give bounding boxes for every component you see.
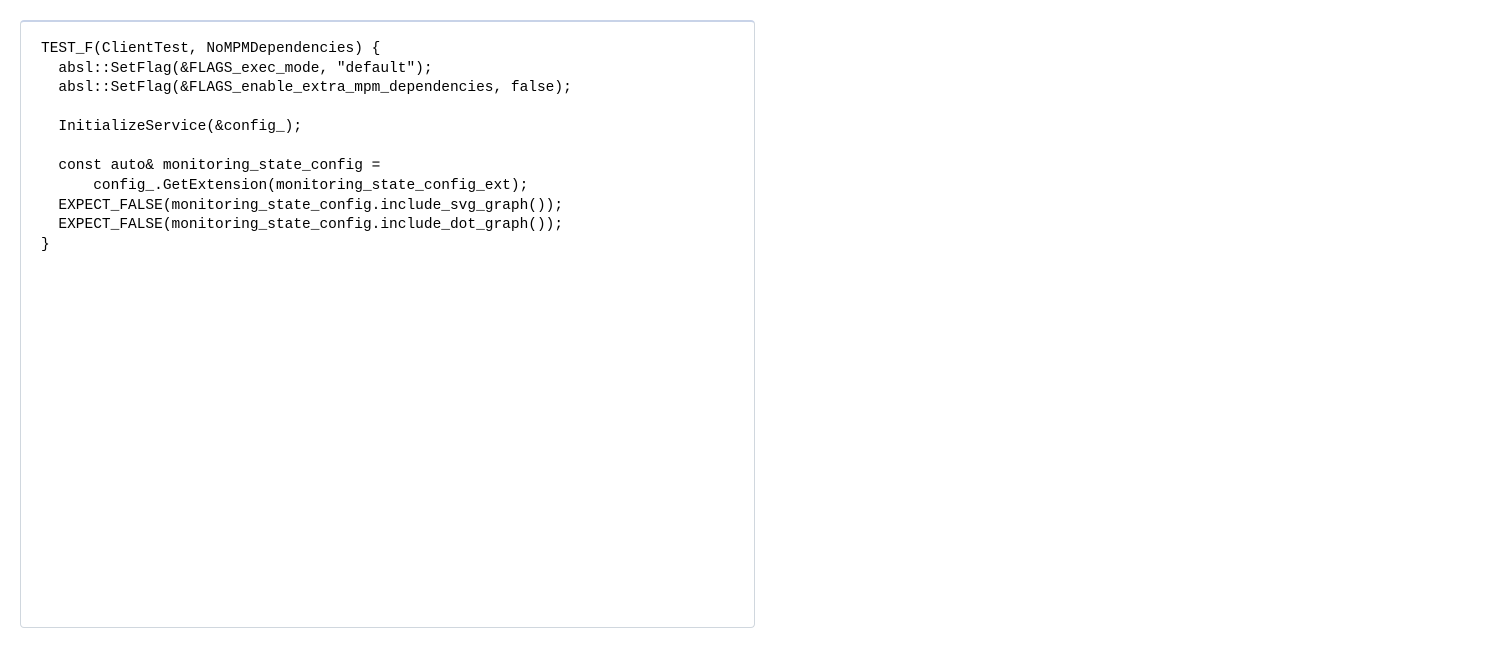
code-block: TEST_F(ClientTest, NoMPMDependencies) { … bbox=[41, 40, 734, 255]
code-line: absl::SetFlag(&FLAGS_exec_mode, "default… bbox=[41, 61, 433, 77]
code-line: InitializeService(&config_); bbox=[41, 119, 302, 135]
code-line: const auto& monitoring_state_config = bbox=[41, 158, 380, 174]
code-line: TEST_F(ClientTest, NoMPMDependencies) { bbox=[41, 41, 380, 57]
code-container: TEST_F(ClientTest, NoMPMDependencies) { … bbox=[20, 20, 755, 628]
code-line: absl::SetFlag(&FLAGS_enable_extra_mpm_de… bbox=[41, 80, 572, 96]
code-line: } bbox=[41, 237, 50, 253]
code-line: config_.GetExtension(monitoring_state_co… bbox=[41, 178, 528, 194]
code-line: EXPECT_FALSE(monitoring_state_config.inc… bbox=[41, 198, 563, 214]
code-line: EXPECT_FALSE(monitoring_state_config.inc… bbox=[41, 217, 563, 233]
